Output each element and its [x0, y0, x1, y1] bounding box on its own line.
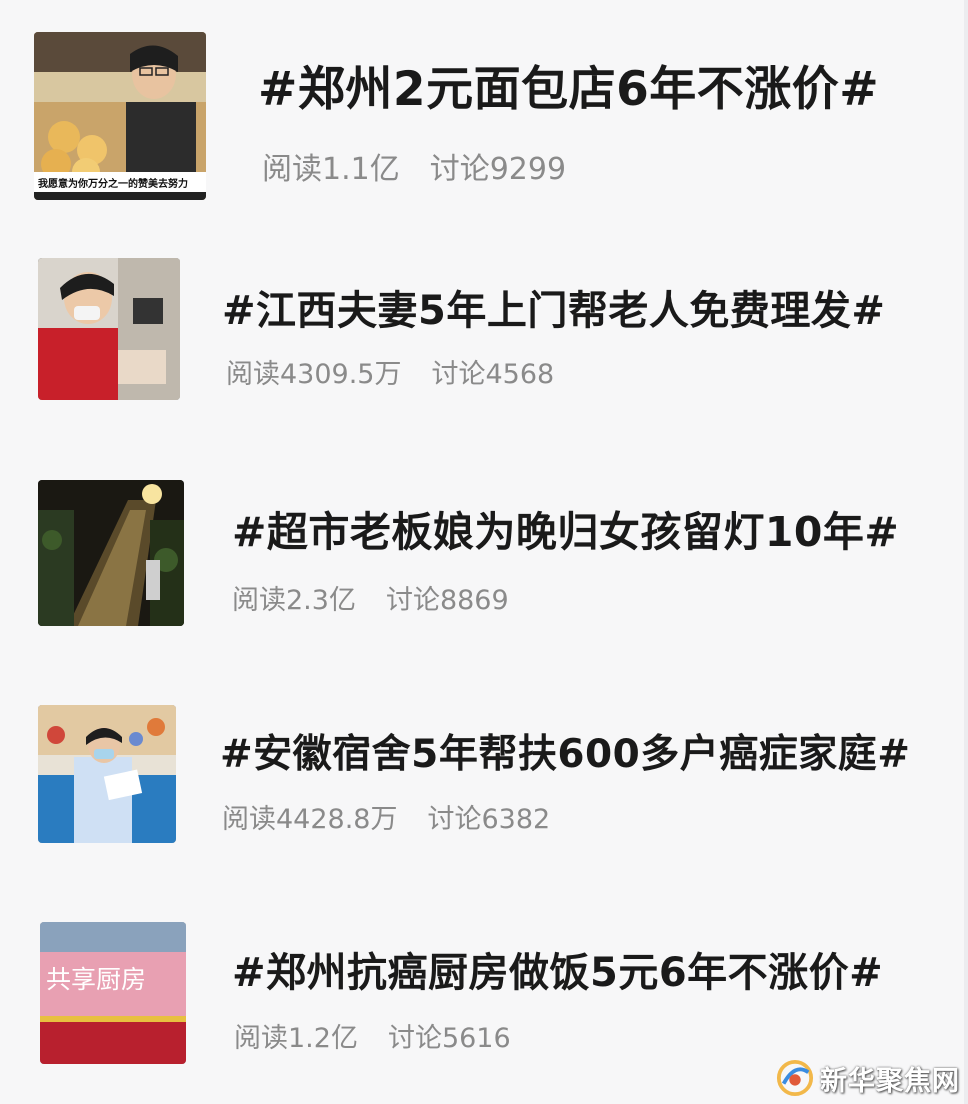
- haircut-photo: [38, 258, 180, 400]
- discussion-count: 讨论6382: [427, 804, 551, 835]
- topic-thumbnail-kitchen[interactable]: 共享厨房: [40, 922, 186, 1064]
- thumbnail-caption: 我愿意为你万分之一的赞美去努力: [38, 177, 188, 190]
- read-count: 阅读4428.8万: [222, 804, 398, 835]
- topic-stats: 阅读4428.8万 讨论6382: [222, 797, 550, 836]
- discussion-count: 讨论4568: [431, 359, 555, 390]
- dormitory-photo: [38, 705, 176, 843]
- topic-stats: 阅读1.1亿 讨论9299: [262, 144, 566, 188]
- site-logo-icon: [776, 1059, 814, 1097]
- topic-title[interactable]: #郑州2元面包店6年不涨价#: [258, 50, 879, 119]
- read-count: 阅读4309.5万: [226, 359, 402, 390]
- read-count: 阅读2.3亿: [232, 585, 356, 616]
- topic-item-3[interactable]: #超市老板娘为晚归女孩留灯10年# 阅读2.3亿 讨论8869: [0, 470, 960, 640]
- topic-item-2[interactable]: #江西夫妻5年上门帮老人免费理发# 阅读4309.5万 讨论4568: [0, 250, 960, 410]
- kitchen-sign-text: 共享厨房: [46, 965, 146, 994]
- discussion-count: 讨论5616: [387, 1023, 511, 1054]
- topic-stats: 阅读1.2亿 讨论5616: [234, 1016, 511, 1055]
- topic-title[interactable]: #江西夫妻5年上门帮老人免费理发#: [222, 278, 885, 336]
- kitchen-sign-photo: 共享厨房: [40, 922, 186, 1064]
- read-count: 阅读1.2亿: [234, 1023, 358, 1054]
- topic-thumbnail-bakery[interactable]: 我愿意为你万分之一的赞美去努力: [34, 32, 206, 200]
- discussion-count: 讨论8869: [385, 585, 509, 616]
- scrollbar-track: [964, 0, 968, 1104]
- discussion-count: 讨论9299: [429, 152, 567, 187]
- site-watermark: 新华聚焦网: [776, 1058, 960, 1098]
- topic-thumbnail-store-light[interactable]: [38, 480, 184, 626]
- topic-item-4[interactable]: #安徽宿舍5年帮扶600多户癌症家庭# 阅读4428.8万 讨论6382: [0, 695, 960, 855]
- bakery-photo: 我愿意为你万分之一的赞美去努力: [34, 32, 206, 200]
- topic-item-1[interactable]: 我愿意为你万分之一的赞美去努力 #郑州2元面包店6年不涨价# 阅读1.1亿 讨论9…: [0, 20, 960, 210]
- topic-stats: 阅读2.3亿 讨论8869: [232, 578, 509, 617]
- topic-item-5[interactable]: 共享厨房 #郑州抗癌厨房做饭5元6年不涨价# 阅读1.2亿 讨论5616: [0, 910, 960, 1080]
- topic-title[interactable]: #超市老板娘为晚归女孩留灯10年#: [232, 498, 899, 558]
- topic-thumbnail-haircut[interactable]: [38, 258, 180, 400]
- topic-thumbnail-dormitory[interactable]: [38, 705, 176, 843]
- read-count: 阅读1.1亿: [262, 152, 400, 187]
- topic-title[interactable]: #安徽宿舍5年帮扶600多户癌症家庭#: [220, 723, 910, 779]
- topic-stats: 阅读4309.5万 讨论4568: [226, 352, 554, 391]
- night-street-photo: [38, 480, 184, 626]
- topic-title[interactable]: #郑州抗癌厨房做饭5元6年不涨价#: [232, 940, 883, 998]
- watermark-text: 新华聚焦网: [820, 1065, 960, 1097]
